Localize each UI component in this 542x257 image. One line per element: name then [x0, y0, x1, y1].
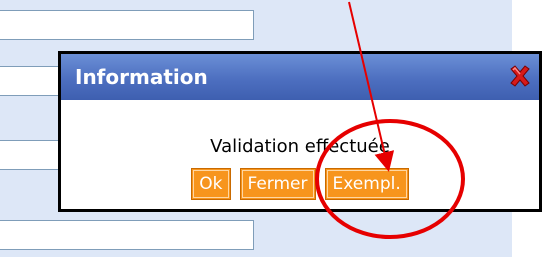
information-dialog: Information Validation effectuée Ok Ferm…: [58, 51, 542, 212]
dialog-message: Validation effectuée: [210, 136, 390, 157]
dialog-button-row: Ok Fermer Exempl.: [61, 168, 539, 200]
example-button[interactable]: Exempl.: [324, 168, 409, 200]
dialog-title: Information: [75, 65, 208, 89]
dialog-titlebar[interactable]: Information: [61, 54, 539, 100]
cropped-heading-fragment: [200, 0, 360, 6]
background-input-field[interactable]: [0, 220, 254, 250]
close-x-icon[interactable]: [507, 63, 533, 89]
ok-button[interactable]: Ok: [191, 168, 231, 200]
background-input-field[interactable]: [0, 10, 254, 40]
close-button[interactable]: Fermer: [239, 168, 316, 200]
